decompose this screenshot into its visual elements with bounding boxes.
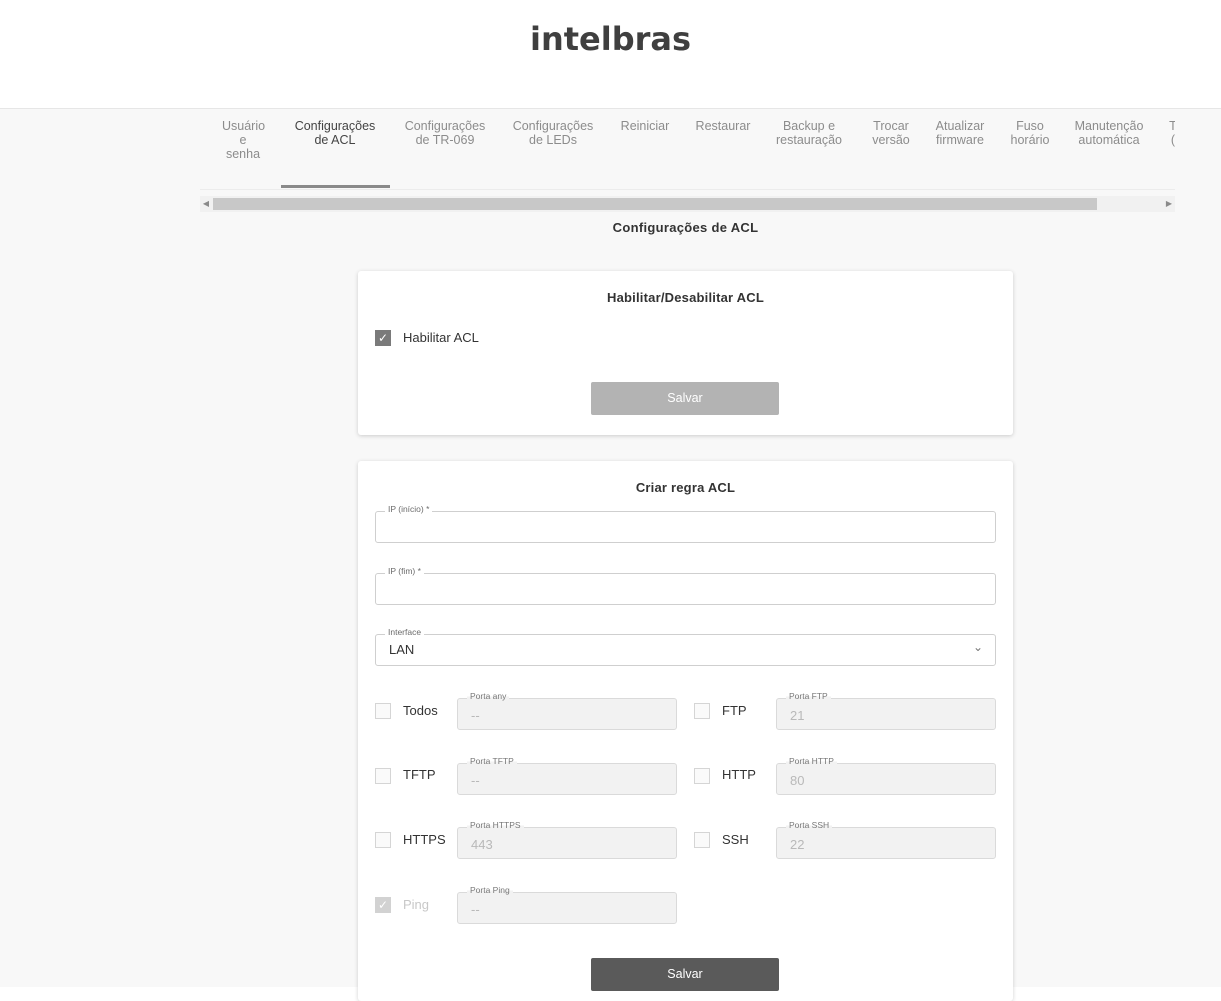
enable-acl-label: Habilitar ACL — [403, 330, 479, 345]
http-checkbox[interactable] — [694, 768, 710, 784]
ip-end-field[interactable]: IP (fim) * — [375, 566, 996, 605]
interface-label: Interface — [385, 627, 425, 637]
port-ssh-value: 22 — [790, 837, 805, 852]
ssh-checkbox[interactable] — [694, 832, 710, 848]
ftp-checkbox[interactable] — [694, 703, 710, 719]
port-ftp-label: Porta FTP — [786, 691, 831, 701]
page-title: Configurações de ACL — [612, 220, 759, 235]
create-acl-rule-card: Criar regra ACL IP (início) * IP (fim) *… — [358, 461, 1013, 1001]
enable-acl-card: Habilitar/Desabilitar ACL ✓ Habilitar AC… — [358, 271, 1013, 435]
https-label: HTTPS — [403, 832, 446, 847]
chevron-down-icon[interactable]: ⌄ — [973, 640, 983, 654]
ping-checkbox: ✓ — [375, 897, 391, 913]
ip-start-field[interactable]: IP (início) * — [375, 504, 996, 543]
check-icon: ✓ — [377, 331, 389, 345]
enable-acl-checkbox[interactable]: ✓ — [375, 330, 391, 346]
http-label: HTTP — [722, 767, 756, 782]
check-icon: ✓ — [377, 898, 389, 912]
port-ftp-field: Porta FTP 21 — [776, 691, 996, 730]
tab-configuracoes-acl[interactable]: Configurações de ACL — [290, 119, 380, 147]
ip-end-label: IP (fim) * — [385, 566, 424, 576]
save-rule-button[interactable]: Salvar — [591, 958, 779, 991]
tab-reiniciar[interactable]: Reiniciar — [616, 119, 674, 133]
tab-configuracoes-tr069[interactable]: Configurações de TR-069 — [400, 119, 490, 147]
port-http-value: 80 — [790, 773, 805, 788]
todos-label: Todos — [403, 703, 438, 718]
port-ping-label: Porta Ping — [467, 885, 513, 895]
tab-fuso-horario[interactable]: Fuso horário — [1006, 119, 1054, 147]
interface-value: LAN — [389, 642, 415, 657]
port-ssh-label: Porta SSH — [786, 820, 833, 830]
tab-bar: Usuário e senha Configurações de ACL Con… — [200, 119, 1175, 190]
port-ftp-value: 21 — [790, 708, 805, 723]
scrollbar-thumb[interactable] — [213, 198, 1097, 210]
scroll-right-icon[interactable]: ▶ — [1163, 196, 1175, 212]
tftp-label: TFTP — [403, 767, 436, 782]
port-http-label: Porta HTTP — [786, 756, 837, 766]
tftp-checkbox[interactable] — [375, 768, 391, 784]
tab-trocar-versao[interactable]: Trocar versão — [867, 119, 915, 147]
port-https-value: 443 — [471, 837, 493, 852]
tab-atualizar-firmware[interactable]: Atualizar firmware — [930, 119, 990, 147]
ssh-label: SSH — [722, 832, 749, 847]
tab-backup-restauracao[interactable]: Backup e restauração — [767, 119, 851, 147]
port-tftp-value: -- — [471, 773, 480, 788]
todos-checkbox[interactable] — [375, 703, 391, 719]
port-any-field: Porta any -- — [457, 691, 677, 730]
port-https-field: Porta HTTPS 443 — [457, 820, 677, 859]
port-tftp-label: Porta TFTP — [467, 756, 517, 766]
tab-partial[interactable]: T ( — [1168, 119, 1175, 147]
port-ping-value: -- — [471, 902, 480, 917]
port-http-field: Porta HTTP 80 — [776, 756, 996, 795]
https-checkbox[interactable] — [375, 832, 391, 848]
main-content: Usuário e senha Configurações de ACL Con… — [0, 109, 1221, 1001]
port-any-value: -- — [471, 708, 480, 723]
port-tftp-field: Porta TFTP -- — [457, 756, 677, 795]
active-tab-indicator — [281, 185, 390, 188]
header: intelbras — [0, 0, 1221, 109]
port-any-label: Porta any — [467, 691, 510, 701]
interface-select[interactable]: Interface LAN ⌄ — [375, 627, 996, 666]
tab-manutencao-automatica[interactable]: Manutenção automática — [1071, 119, 1147, 147]
intelbras-logo: intelbras — [529, 20, 692, 58]
tab-scrollbar[interactable]: ◀ ▶ — [200, 196, 1175, 212]
create-rule-title: Criar regra ACL — [635, 480, 736, 495]
enable-acl-card-title: Habilitar/Desabilitar ACL — [607, 290, 764, 305]
port-https-label: Porta HTTPS — [467, 820, 524, 830]
save-enable-button[interactable]: Salvar — [591, 382, 779, 415]
tab-restaurar[interactable]: Restaurar — [690, 119, 756, 133]
port-ssh-field: Porta SSH 22 — [776, 820, 996, 859]
port-ping-field: Porta Ping -- — [457, 885, 677, 924]
ip-start-label: IP (início) * — [385, 504, 433, 514]
scroll-left-icon[interactable]: ◀ — [200, 196, 212, 212]
tab-configuracoes-leds[interactable]: Configurações de LEDs — [508, 119, 598, 147]
tab-usuario-senha[interactable]: Usuário e senha — [222, 119, 265, 161]
ping-label: Ping — [403, 897, 430, 912]
ftp-label: FTP — [722, 703, 747, 718]
